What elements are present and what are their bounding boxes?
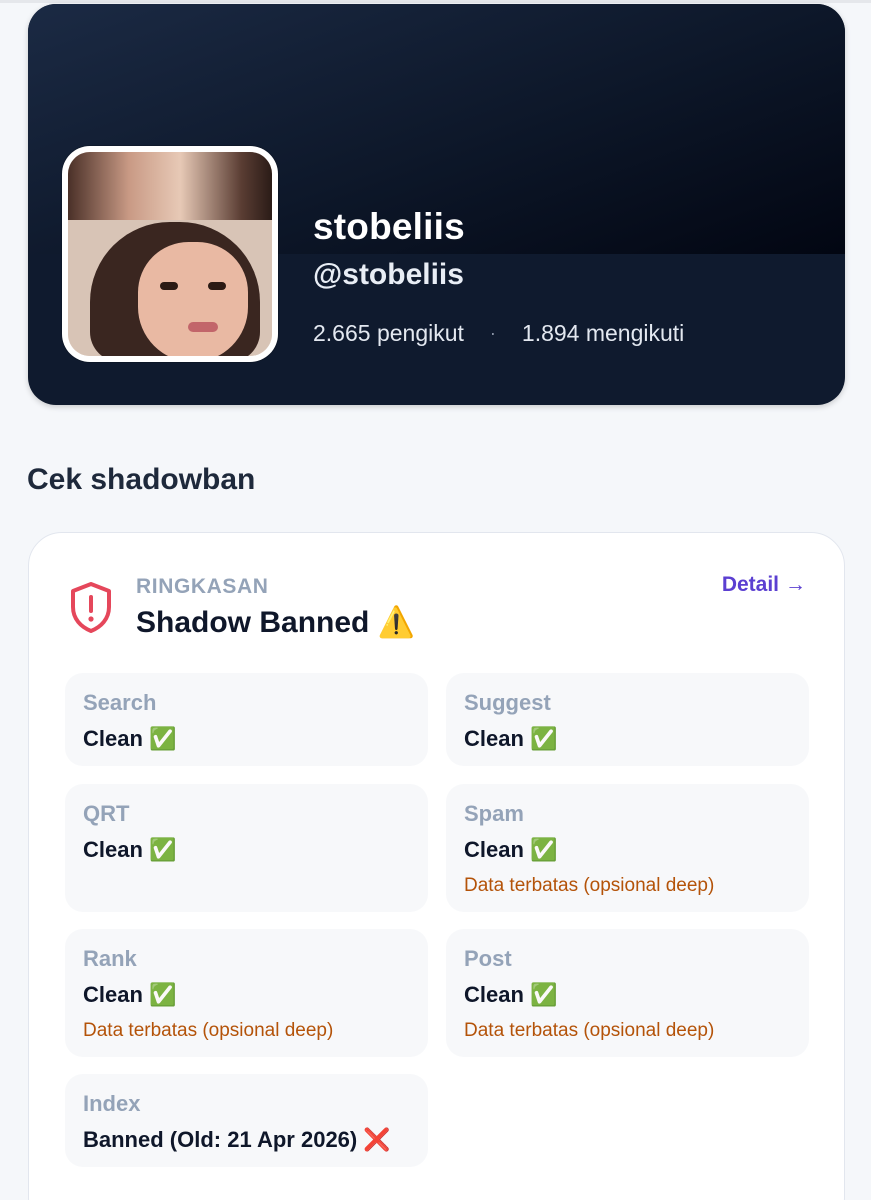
detail-link-label: Detail [721,573,779,596]
check-value: Clean ✅ [464,982,558,1007]
check-tile-qrt: QRT Clean ✅ [65,784,428,912]
profile-handle: @stobeliis [313,258,464,291]
check-label: Spam [464,801,524,826]
check-tile-index: Index Banned (Old: 21 Apr 2026) ❌ [65,1074,428,1167]
following-count[interactable]: 1.894 mengikuti [522,320,684,347]
check-label: Post [464,946,512,971]
check-note: Data terbatas (opsional deep) [83,1020,334,1041]
check-label: Suggest [464,690,551,715]
summary-card: RINGKASAN Shadow Banned ⚠️ Detail → Searc… [28,532,845,1200]
section-title: Cek shadowban [27,463,256,496]
profile-stats: 2.665 pengikut · 1.894 mengikuti [313,320,684,347]
check-tile-search: Search Clean ✅ [65,673,428,766]
check-label: Search [83,690,157,715]
check-tile-suggest: Suggest Clean ✅ [446,673,809,766]
check-tile-spam: Spam Clean ✅ Data terbatas (opsional dee… [446,784,809,912]
profile-display-name: stobeliis [313,206,465,247]
check-value: Banned (Old: 21 Apr 2026) ❌ [83,1127,391,1152]
avatar[interactable] [62,146,278,362]
check-tile-post: Post Clean ✅ Data terbatas (opsional dee… [446,929,809,1057]
detail-link[interactable]: Detail → [722,573,806,597]
check-value: Clean ✅ [83,837,177,862]
check-label: QRT [83,801,130,826]
followers-count[interactable]: 2.665 pengikut [313,320,464,347]
summary-label: RINGKASAN [136,575,269,598]
arrow-right-icon: → [785,573,806,596]
check-value: Clean ✅ [464,837,558,862]
check-label: Index [83,1091,141,1116]
check-value: Clean ✅ [83,982,177,1007]
avatar-photo [68,152,272,356]
check-value: Clean ✅ [464,726,558,751]
top-divider [0,0,871,3]
check-label: Rank [83,946,137,971]
check-tile-rank: Rank Clean ✅ Data terbatas (opsional dee… [65,929,428,1057]
check-note: Data terbatas (opsional deep) [464,1020,715,1041]
shield-alert-icon [71,582,111,633]
check-note: Data terbatas (opsional deep) [464,875,715,896]
stats-separator: · [489,323,496,343]
check-value: Clean ✅ [83,726,177,751]
profile-card: stobeliis @stobeliis 2.665 pengikut · 1.… [28,4,845,405]
summary-status: Shadow Banned ⚠️ [136,606,416,639]
